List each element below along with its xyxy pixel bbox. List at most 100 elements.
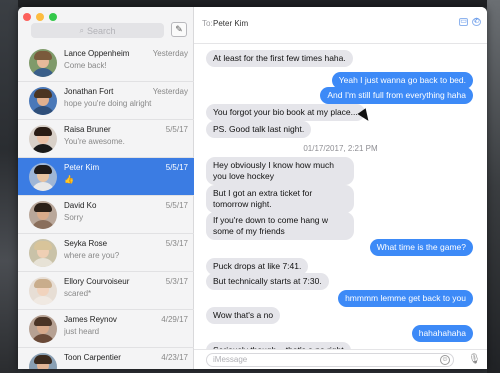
avatar — [29, 163, 57, 191]
conversation-snippet: scared* — [64, 289, 92, 298]
conversation-item[interactable]: James Reynov 4/29/17 just heard — [18, 310, 194, 348]
emoji-icon[interactable]: ☺ — [440, 355, 450, 365]
search-input[interactable]: ⌕ Search — [31, 23, 164, 38]
avatar-hair — [34, 51, 52, 60]
sent-message-bubble[interactable]: hahahahaha — [411, 325, 473, 342]
compose-icon: ✎ — [175, 24, 183, 34]
contact-name: Lance Oppenheim — [64, 49, 130, 58]
microphone-icon[interactable]: 🎙 — [468, 353, 481, 366]
received-message-bubble[interactable]: If you're down to come hang w some of my… — [206, 212, 354, 240]
desktop-background-left — [0, 0, 18, 373]
contact-name: Jonathan Fort — [64, 87, 114, 96]
conversation-snippet: Come back! — [64, 61, 107, 70]
traffic-lights — [23, 13, 57, 21]
zoom-window-button[interactable] — [49, 13, 57, 21]
header-actions: ▭ ✆ — [459, 18, 481, 26]
received-message-bubble[interactable]: Hey obviously I know how much you love h… — [206, 157, 354, 185]
video-icon[interactable]: ▭ — [459, 18, 468, 26]
chat-header: To: Peter Kim ▭ ✆ — [194, 7, 487, 44]
conversation-item[interactable]: Ellory Courvoiseur 5/3/17 scared* — [18, 272, 194, 310]
received-message-bubble[interactable]: But I got an extra ticket for tomorrow n… — [206, 185, 354, 213]
contact-name: Seyka Rose — [64, 239, 108, 248]
conversation-date: 5/3/17 — [165, 277, 188, 286]
avatar-shoulders — [31, 220, 55, 229]
conversation-list: Lance Oppenheim Yesterday Come back! Jonath… — [18, 44, 194, 369]
conversation-item[interactable]: Seyka Rose 5/3/17 where are you? — [18, 234, 194, 272]
received-message-bubble[interactable]: You forgot your bio book at my place... — [206, 104, 365, 121]
compose-button[interactable]: ✎ — [171, 22, 187, 37]
avatar — [29, 49, 57, 77]
timestamp: 01/17/2017, 2:21 PM — [303, 144, 378, 153]
avatar-shoulders — [31, 182, 55, 191]
avatar — [29, 239, 57, 267]
recipient-name: Peter Kim — [213, 19, 249, 28]
conversation-date: 5/5/17 — [165, 163, 188, 172]
close-window-button[interactable] — [23, 13, 31, 21]
avatar-shoulders — [31, 144, 55, 153]
minimize-window-button[interactable] — [36, 13, 44, 21]
sent-message-bubble[interactable]: What time is the game? — [369, 239, 473, 256]
avatar-shoulders — [31, 106, 55, 115]
conversation-date: Yesterday — [152, 49, 188, 58]
conversation-snippet: Sorry — [64, 213, 84, 222]
avatar-hair — [34, 317, 52, 326]
conversation-item[interactable]: Jonathan Fort Yesterday hope you're doing … — [18, 82, 194, 120]
compose-bar: iMessage ☺ 🎙 — [194, 349, 487, 369]
avatar-hair — [34, 89, 52, 98]
conversation-date: 4/29/17 — [161, 315, 188, 324]
contact-name: Ellory Courvoiseur — [64, 277, 130, 286]
conversation-snippet: You're awesome. — [64, 137, 125, 146]
received-message-bubble[interactable]: Seriously though... that's a no right — [206, 342, 351, 349]
search-icon: ⌕ — [79, 25, 84, 35]
received-message-bubble[interactable]: But technically starts at 7:30. — [206, 273, 329, 290]
avatar — [29, 315, 57, 343]
avatar-hair — [34, 355, 52, 364]
chat-pane: To: Peter Kim ▭ ✆ At least for the first… — [194, 7, 487, 369]
sidebar: ⌕ Search ✎ Lance Oppenheim Yesterday Come … — [18, 7, 194, 369]
avatar — [29, 277, 57, 305]
conversation-date: 4/23/17 — [161, 353, 188, 362]
message-input[interactable]: iMessage — [206, 353, 454, 367]
received-message-bubble[interactable]: At least for the first few times haha. — [206, 50, 353, 67]
conversation-item[interactable]: Raisa Bruner 5/5/17 You're awesome. — [18, 120, 194, 158]
avatar-hair — [34, 203, 52, 212]
received-message-bubble[interactable]: PS. Good talk last night. — [206, 121, 312, 138]
contact-name: Raisa Bruner — [64, 125, 111, 134]
sent-message-bubble[interactable]: And I'm still full from everything haha — [320, 87, 473, 104]
conversation-date: 5/3/17 — [165, 239, 188, 248]
conversation-snippet: where are you? — [64, 251, 120, 260]
conversation-snippet: 👍 — [64, 175, 74, 184]
conversation-item[interactable]: Peter Kim 5/5/17 👍 — [18, 158, 194, 196]
contact-name: James Reynov — [64, 315, 117, 324]
message-thread[interactable]: At least for the first few times haha. Ye… — [194, 44, 487, 349]
desktop-background-right — [487, 0, 500, 373]
sidebar-toolbar: ⌕ Search ✎ — [18, 7, 193, 44]
avatar-shoulders — [31, 296, 55, 305]
contact-name: Peter Kim — [64, 163, 100, 172]
messages-window: ⌕ Search ✎ Lance Oppenheim Yesterday Come … — [18, 7, 487, 369]
avatar-hair — [34, 127, 52, 136]
avatar-hair — [34, 241, 52, 250]
received-message-bubble[interactable]: Wow that's a no — [206, 307, 281, 324]
conversation-date: 5/5/17 — [165, 125, 188, 134]
contact-name: David Ko — [64, 201, 97, 210]
message-input-placeholder: iMessage — [213, 355, 248, 364]
conversation-date: Yesterday — [152, 87, 188, 96]
avatar-shoulders — [31, 258, 55, 267]
avatar — [29, 87, 57, 115]
contact-name: Toon Carpentier — [64, 353, 121, 362]
conversation-item[interactable]: Toon Carpentier 4/23/17 — [18, 348, 194, 369]
avatar-shoulders — [31, 334, 55, 343]
conversation-item[interactable]: Lance Oppenheim Yesterday Come back! — [18, 44, 194, 82]
avatar-hair — [34, 279, 52, 288]
avatar — [29, 201, 57, 229]
avatar — [29, 353, 57, 369]
to-label: To: — [202, 19, 213, 28]
phone-icon[interactable]: ✆ — [472, 18, 481, 26]
avatar-shoulders — [31, 68, 55, 77]
conversation-item[interactable]: David Ko 5/5/17 Sorry — [18, 196, 194, 234]
conversation-date: 5/5/17 — [165, 201, 188, 210]
avatar-hair — [34, 165, 52, 174]
desktop-top — [0, 0, 500, 7]
sent-message-bubble[interactable]: hmmmm lemme get back to you — [338, 290, 473, 307]
